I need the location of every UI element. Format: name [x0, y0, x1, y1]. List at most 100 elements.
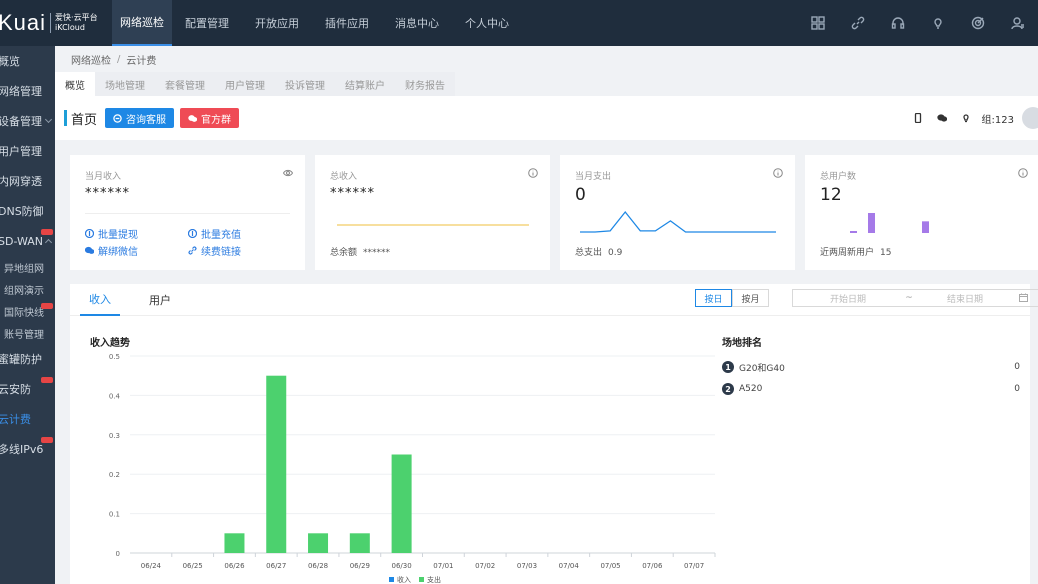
- page-tab[interactable]: 场地管理: [95, 72, 155, 96]
- card-value: 12: [820, 185, 842, 205]
- top-nav-item[interactable]: 消息中心: [382, 0, 452, 46]
- page-tab[interactable]: 概览: [55, 72, 95, 96]
- sidebar-item[interactable]: SD-WAN: [0, 226, 55, 256]
- card-divider: [85, 213, 290, 214]
- renew-label: 续费链接: [201, 247, 241, 258]
- income-sparkline: [337, 224, 529, 226]
- sidebar-item[interactable]: 云安防: [0, 374, 55, 404]
- wechat-icon: [85, 246, 94, 254]
- headset-icon[interactable]: [878, 16, 918, 30]
- ranking-row[interactable]: 2 A520 0: [722, 381, 1020, 397]
- sidebar-item[interactable]: 组网演示: [4, 278, 55, 300]
- card-total-users: 总用户数 12 近两周新用户 15: [805, 155, 1038, 270]
- bulb-icon[interactable]: [918, 16, 958, 30]
- chart-legend: 收入 支出: [389, 575, 441, 584]
- top-nav-item[interactable]: 网络巡检: [112, 0, 172, 46]
- consult-service-button[interactable]: 咨询客服: [105, 108, 175, 128]
- card-title: 当月支出: [575, 172, 612, 182]
- rank-name: A520: [739, 384, 763, 394]
- info-icon[interactable]: [1018, 167, 1028, 178]
- info-icon[interactable]: [528, 167, 538, 178]
- sidebar-item[interactable]: 异地组网: [4, 256, 55, 278]
- income-trend-chart: 0 0.1 0.2 0.3 0.4 0.5 06/24 06/25 06/26 06/27 06/2…: [109, 353, 716, 584]
- chart-bar[interactable]: [308, 533, 329, 553]
- card-value: ******: [330, 186, 375, 201]
- page-tab[interactable]: 投诉管理: [275, 72, 335, 96]
- logo-sub: iKCloud: [55, 23, 85, 32]
- date-range-picker[interactable]: 开始日期 ~ 结束日期: [792, 289, 1038, 307]
- card-foot-value: ******: [363, 248, 391, 258]
- avatar[interactable]: [1022, 107, 1038, 129]
- mobile-icon[interactable]: [906, 113, 930, 123]
- tab-users[interactable]: 用户: [140, 284, 180, 316]
- sidebar-item-label: 国际快线: [4, 307, 44, 319]
- info-icon[interactable]: [773, 167, 783, 178]
- batch-recharge-link[interactable]: 批量充值: [188, 226, 241, 241]
- page-tab[interactable]: 结算账户: [335, 72, 395, 96]
- link-icon[interactable]: [838, 16, 878, 30]
- sidebar-item[interactable]: 云计费: [0, 404, 55, 434]
- page-tab[interactable]: 套餐管理: [155, 72, 215, 96]
- card-month-expense: 当月支出 0 总支出 0.9: [560, 155, 795, 270]
- end-date-input[interactable]: 结束日期: [915, 292, 1015, 305]
- sidebar: 概览网络管理设备管理用户管理内网穿透 DNS防御 SD-WAN 异地组网 组网演示国际快…: [0, 46, 55, 584]
- sidebar-item[interactable]: 蜜罐防护: [0, 344, 55, 374]
- user-icon[interactable]: [998, 16, 1038, 30]
- chart-bar[interactable]: [391, 454, 412, 554]
- sidebar-item-label: 设备管理: [0, 115, 42, 128]
- sidebar-item-label: 蜜罐防护: [0, 353, 42, 366]
- renew-link[interactable]: 续费链接: [188, 243, 241, 258]
- by-day-button[interactable]: 按日: [695, 289, 732, 307]
- sparkbar: [868, 213, 875, 233]
- top-nav-item[interactable]: 开放应用: [242, 0, 312, 46]
- wechat-icon[interactable]: [930, 113, 954, 123]
- page-tab[interactable]: 财务报告: [395, 72, 455, 96]
- logo[interactable]: Kuai 爱快·云平台 iKCloud: [0, 0, 112, 46]
- official-group-button[interactable]: 官方群: [180, 108, 240, 128]
- top-nav-item[interactable]: 个人中心: [452, 0, 522, 46]
- sidebar-item[interactable]: 概览: [0, 46, 55, 76]
- eye-icon[interactable]: [282, 167, 294, 177]
- y-tick-label: 0: [116, 550, 120, 558]
- grid-icon[interactable]: [798, 16, 838, 30]
- batch-withdraw-link[interactable]: 批量提现: [85, 226, 138, 241]
- sidebar-item[interactable]: 用户管理: [0, 136, 55, 166]
- card-value: 0: [575, 185, 586, 205]
- top-nav-item[interactable]: 配置管理: [172, 0, 242, 46]
- calendar-icon: [1019, 293, 1029, 303]
- batch-recharge-label: 批量充值: [201, 230, 241, 241]
- sidebar-item[interactable]: 设备管理: [0, 106, 55, 136]
- sidebar-item-label: 网络管理: [0, 85, 42, 98]
- top-nav-item[interactable]: 插件应用: [312, 0, 382, 46]
- chart-bar[interactable]: [349, 533, 370, 553]
- tab-income[interactable]: 收入: [80, 284, 120, 316]
- card-foot: 近两周新用户 15: [820, 245, 891, 258]
- sidebar-item[interactable]: 账号管理: [4, 322, 55, 344]
- sparkbar: [850, 231, 857, 233]
- top-bar: Kuai 爱快·云平台 iKCloud 网络巡检 配置管理 开放应用 插件应用 消息中心…: [0, 0, 1038, 46]
- legend-label[interactable]: 收入: [397, 575, 411, 584]
- target-icon[interactable]: [958, 16, 998, 30]
- sidebar-item[interactable]: DNS防御: [0, 196, 55, 226]
- ranking-row[interactable]: 1 G20和G40 0: [722, 359, 1020, 375]
- rank-name: G20和G40: [739, 363, 785, 374]
- chat-icon: [113, 113, 122, 123]
- chart-bar[interactable]: [266, 375, 287, 553]
- legend-label[interactable]: 支出: [427, 575, 441, 584]
- sidebar-item[interactable]: 国际快线: [4, 300, 55, 322]
- unbind-wechat-link[interactable]: 解绑微信: [85, 243, 138, 258]
- breadcrumb-parent[interactable]: 网络巡检: [71, 52, 111, 67]
- page-tab[interactable]: 用户管理: [215, 72, 275, 96]
- sidebar-item[interactable]: 多线IPv6: [0, 434, 55, 464]
- by-month-button[interactable]: 按月: [732, 289, 769, 307]
- card-foot-label: 总余额: [330, 248, 358, 258]
- top-nav: 网络巡检 配置管理 开放应用 插件应用 消息中心 个人中心: [112, 0, 522, 46]
- bulb-icon[interactable]: [954, 113, 978, 123]
- sidebar-item[interactable]: 网络管理: [0, 76, 55, 106]
- start-date-input[interactable]: 开始日期: [793, 292, 903, 305]
- sidebar-item[interactable]: 内网穿透: [0, 166, 55, 196]
- sidebar-item-label: 用户管理: [0, 145, 42, 158]
- chart-bar[interactable]: [224, 533, 245, 553]
- card-foot-value: 15: [880, 248, 892, 258]
- user-group[interactable]: 组:123: [982, 111, 1014, 126]
